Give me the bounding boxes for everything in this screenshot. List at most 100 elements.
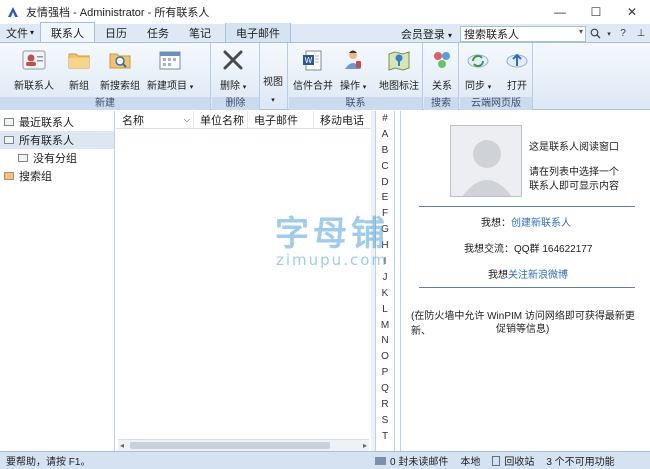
reading-pane-hint-line: 联系人即可显示内容 — [529, 181, 619, 192]
ribbon-group-label: 新建 — [0, 97, 210, 110]
new-item-button[interactable]: 新建项目 ▾ — [147, 47, 193, 92]
ribbon-group-label: 联系 — [289, 97, 422, 110]
firewall-notice: 促销等信息) — [496, 324, 550, 335]
qq-group-row: 我想交流：QQ群 164622177 — [464, 240, 592, 255]
pin-ribbon-button[interactable]: ⊥ — [632, 26, 650, 42]
divider — [419, 287, 635, 288]
alpha-index-letter[interactable]: R — [381, 397, 388, 413]
alpha-index-letter[interactable]: L — [382, 302, 388, 318]
new-search-group-button[interactable]: 新搜索组 — [100, 47, 140, 92]
alpha-index-letter[interactable]: F — [382, 206, 388, 222]
operate-button[interactable]: 操作 ▾ — [340, 47, 366, 92]
search-contacts-input[interactable]: 搜索联系人 ▾ — [460, 25, 586, 42]
map-mark-button[interactable]: 地图标注 — [379, 47, 419, 92]
member-login-menu[interactable]: 会员登录 ▾ — [393, 26, 460, 42]
alpha-index-letter[interactable]: O — [381, 349, 389, 365]
alpha-index-letter[interactable]: B — [382, 143, 389, 159]
alpha-index-letter[interactable]: K — [382, 286, 389, 302]
relation-button[interactable]: 关系 — [429, 47, 455, 92]
calendar-grid-icon — [157, 47, 183, 73]
column-header-company[interactable]: 单位名称 — [194, 111, 248, 129]
reading-pane: 这是联系人阅读窗口 请在列表中选择一个 联系人即可显示内容 我想：创建新联系人 … — [400, 111, 650, 451]
tab-file[interactable]: 文件 ▾ — [0, 23, 40, 42]
group-tree-pane: 最近联系人 所有联系人 没有分组 搜索组 — [0, 111, 115, 451]
new-group-button[interactable]: 新组 — [66, 47, 92, 92]
scroll-left-icon[interactable]: ◂ — [120, 441, 124, 450]
mail-merge-button[interactable]: W 信件合并 — [293, 47, 333, 92]
tab-email[interactable]: 电子邮件 — [225, 23, 292, 42]
alpha-index-letter[interactable]: Q — [381, 381, 389, 397]
horizontal-scrollbar[interactable]: ◂ ▸ — [118, 439, 369, 451]
tree-item-label: 没有分组 — [33, 153, 77, 165]
search-dropdown-icon[interactable]: ▾ — [579, 27, 583, 36]
status-unread-label: 0 封未读邮件 — [390, 457, 449, 468]
alpha-index-letter[interactable]: M — [381, 318, 389, 334]
maximize-button[interactable]: ☐ — [578, 0, 614, 24]
contact-list-icon — [18, 154, 28, 162]
alpha-index-letter[interactable]: S — [382, 413, 389, 429]
title-bar: 友情强档 - Administrator - 所有联系人 — ☐ ✕ — [0, 0, 650, 24]
weibo-prefix: 我想 — [488, 270, 508, 281]
status-help-text: 要帮助，请按 F1。 — [6, 457, 91, 468]
weibo-row: 我想关注新浪微博 — [488, 266, 568, 281]
status-recycle-bin[interactable]: 回收站 — [492, 453, 534, 468]
status-unread-mail[interactable]: 0 封未读邮件 — [375, 453, 448, 468]
create-contact-link[interactable]: 创建新联系人 — [511, 218, 571, 229]
tab-notes[interactable]: 笔记 — [179, 23, 221, 42]
column-header-mobile[interactable]: 移动电话 — [314, 111, 371, 129]
qq-group-prefix: 我想交流： — [464, 244, 514, 255]
alpha-index-letter[interactable]: G — [381, 222, 389, 238]
new-contact-button[interactable]: 新联系人 — [14, 47, 54, 92]
help-button[interactable]: ? — [614, 26, 632, 42]
alpha-index-letter[interactable]: T — [382, 429, 388, 445]
search-button[interactable] — [586, 26, 604, 42]
delete-button[interactable]: 删除 ▾ — [220, 47, 246, 92]
close-button[interactable]: ✕ — [614, 0, 650, 24]
recycle-bin-icon — [492, 455, 501, 466]
alpha-index-hash[interactable]: # — [382, 111, 388, 127]
tab-tasks[interactable]: 任务 — [137, 23, 179, 42]
tree-item-recent-contacts[interactable]: 最近联系人 — [0, 113, 114, 131]
status-recycle-label: 回收站 — [504, 457, 535, 468]
tree-item-all-contacts[interactable]: 所有联系人 — [0, 131, 114, 149]
tree-item-search-groups[interactable]: 搜索组 — [0, 167, 114, 185]
map-pin-icon — [386, 47, 412, 73]
sync-button[interactable]: 同步 ▾ — [465, 47, 491, 92]
alpha-index-letter[interactable]: I — [384, 254, 387, 270]
alpha-index-letter[interactable]: P — [382, 365, 389, 381]
delete-label: 删除 — [220, 81, 240, 92]
status-unavailable-features[interactable]: 3 个不可用功能 — [546, 453, 614, 468]
column-header-name[interactable]: 名称 ⌵ — [116, 111, 194, 129]
alpha-index-letter[interactable]: D — [381, 175, 388, 191]
ribbon-group-view: 视图 ▾ — [261, 43, 288, 110]
tree-item-ungrouped[interactable]: 没有分组 — [0, 149, 114, 167]
column-header-label: 名称 — [122, 115, 144, 127]
search-folder-icon — [4, 172, 14, 180]
status-bar: 要帮助，请按 F1。 0 封未读邮件 本地 回收站 3 个不可用功能 — [0, 451, 650, 469]
tab-calendar[interactable]: 日历 — [95, 23, 137, 42]
reading-pane-hint-line: 请在列表中选择一个 — [529, 167, 619, 178]
minimize-button[interactable]: — — [542, 0, 578, 24]
alpha-index-letter[interactable]: J — [383, 270, 388, 286]
qq-group-number: QQ群 164622177 — [514, 244, 593, 255]
alpha-index-letter[interactable]: N — [381, 333, 388, 349]
mail-merge-label: 信件合并 — [293, 81, 333, 92]
search-contacts-value: 搜索联系人 — [464, 28, 519, 41]
scrollbar-thumb[interactable] — [130, 442, 330, 449]
column-header-email[interactable]: 电子邮件 — [248, 111, 314, 129]
search-options-icon[interactable]: ▾ — [604, 26, 614, 42]
chevron-down-icon: ▾ — [362, 84, 367, 91]
alpha-index-letter[interactable]: H — [381, 238, 388, 254]
alpha-index-letter[interactable]: C — [381, 159, 388, 175]
map-mark-label: 地图标注 — [379, 81, 419, 92]
scroll-right-icon[interactable]: ▸ — [363, 441, 367, 450]
view-button[interactable]: 视图 ▾ — [263, 73, 283, 104]
follow-weibo-link[interactable]: 关注新浪微博 — [508, 270, 568, 281]
list-header: 名称 ⌵ 单位名称 电子邮件 移动电话 — [116, 111, 371, 129]
alpha-index-letter[interactable]: A — [382, 127, 389, 143]
tab-contacts[interactable]: 联系人 — [40, 22, 96, 42]
contact-card-icon — [21, 47, 47, 73]
window-title: 友情强档 - Administrator - 所有联系人 — [26, 7, 210, 19]
open-web-button[interactable]: 打开 — [504, 47, 530, 92]
alpha-index-letter[interactable]: E — [382, 190, 389, 206]
